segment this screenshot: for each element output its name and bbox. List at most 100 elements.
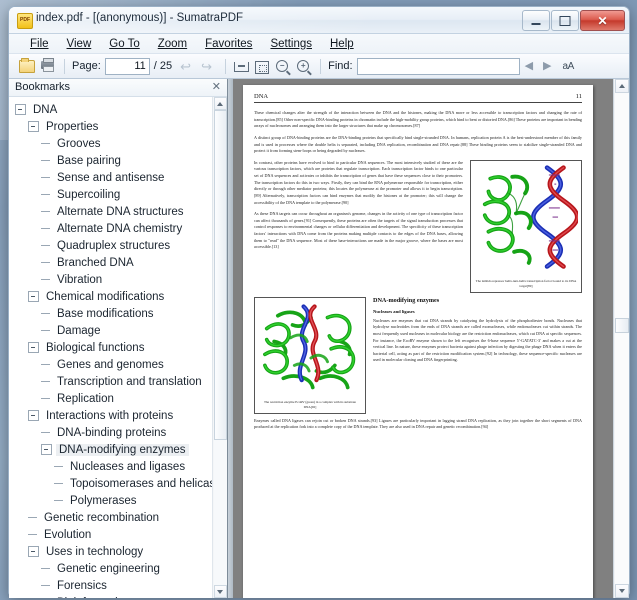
- bookmark-item[interactable]: Branched DNA: [9, 254, 212, 271]
- bookmark-item[interactable]: Grooves: [9, 135, 212, 152]
- bookmark-item[interactable]: Vibration: [9, 271, 212, 288]
- menu-file[interactable]: File: [21, 37, 58, 51]
- maximize-button[interactable]: [551, 10, 579, 31]
- document-viewport[interactable]: DNA 11 These chemical changes alter the …: [233, 79, 629, 598]
- tree-branch-line: [41, 568, 50, 569]
- find-previous-icon[interactable]: ◀: [525, 60, 533, 72]
- bookmark-item-label: Vibration: [57, 273, 103, 286]
- collapse-icon[interactable]: [28, 291, 39, 302]
- paragraph-1: These chemical changes alter the strengt…: [254, 110, 582, 129]
- close-button[interactable]: ✕: [580, 10, 625, 31]
- sidebar-scrollbar[interactable]: [212, 97, 227, 598]
- bookmark-item[interactable]: Genes and genomes: [9, 356, 212, 373]
- document-scroll-track-upper[interactable]: [614, 93, 629, 318]
- page-label: Page:: [72, 60, 101, 72]
- bookmark-item[interactable]: Topoisomerases and helicases: [9, 475, 212, 492]
- collapse-icon[interactable]: [28, 342, 39, 353]
- bookmark-item-label: DNA: [33, 103, 58, 116]
- collapse-icon[interactable]: [28, 121, 39, 132]
- close-sidebar-icon[interactable]: ✕: [212, 80, 221, 94]
- zoom-out-button[interactable]: −: [273, 57, 292, 75]
- bookmark-item[interactable]: Uses in technology: [9, 543, 212, 560]
- document-scroll-track-lower[interactable]: [614, 333, 629, 584]
- bookmark-item[interactable]: DNA: [9, 101, 212, 118]
- minimize-button[interactable]: [522, 10, 550, 31]
- bookmark-item[interactable]: Alternate DNA chemistry: [9, 220, 212, 237]
- collapse-icon[interactable]: [15, 104, 26, 115]
- page-number-input[interactable]: [104, 57, 150, 75]
- bookmark-item[interactable]: Genetic recombination: [9, 509, 212, 526]
- tree-branch-line: [41, 160, 50, 161]
- bookmark-item[interactable]: Properties: [9, 118, 212, 135]
- document-scroll-up-button[interactable]: [614, 79, 629, 93]
- bookmark-item[interactable]: Transcription and translation: [9, 373, 212, 390]
- bookmark-item[interactable]: Supercoiling: [9, 186, 212, 203]
- menu-goto[interactable]: Go To: [100, 37, 148, 51]
- tree-branch-line: [41, 330, 50, 331]
- toolbar-separator-2: [225, 58, 227, 74]
- sidebar-scroll-down-button[interactable]: [213, 585, 227, 598]
- sidebar-scroll-up-button[interactable]: [213, 97, 227, 110]
- previous-page-button[interactable]: ↩: [178, 57, 197, 75]
- open-folder-icon: [19, 58, 35, 73]
- bookmark-item[interactable]: DNA-modifying enzymes: [9, 441, 212, 458]
- bookmark-item[interactable]: Sense and antisense: [9, 169, 212, 186]
- sidebar-scroll-thumb[interactable]: [213, 110, 227, 440]
- menu-favorites[interactable]: Favorites: [196, 37, 261, 51]
- fit-width-button[interactable]: [231, 57, 250, 75]
- open-file-button[interactable]: [17, 57, 36, 75]
- print-button[interactable]: [38, 57, 57, 75]
- collapse-icon[interactable]: [41, 444, 52, 455]
- bookmark-item[interactable]: Chemical modifications: [9, 288, 212, 305]
- find-label: Find:: [328, 60, 353, 72]
- bookmark-item[interactable]: Replication: [9, 390, 212, 407]
- bookmark-item-label: Genetic engineering: [57, 562, 160, 575]
- document-scroll-thumb[interactable]: [614, 318, 629, 333]
- collapse-icon[interactable]: [28, 410, 39, 421]
- bookmark-item[interactable]: Forensics: [9, 577, 212, 594]
- window-controls: ✕: [521, 10, 625, 31]
- find-next-icon[interactable]: ▶: [543, 60, 551, 72]
- bookmark-item[interactable]: Base pairing: [9, 152, 212, 169]
- paragraph-2: A distinct group of DNA-binding proteins…: [254, 134, 582, 154]
- printer-icon: [41, 58, 54, 72]
- bookmarks-sidebar: Bookmarks ✕ DNA Properties Grooves Base pai…: [9, 79, 228, 598]
- document-scroll-down-button[interactable]: [614, 584, 629, 598]
- fit-width-icon: [234, 62, 250, 72]
- page-total-label: / 25: [153, 60, 173, 72]
- tree-branch-line: [41, 279, 50, 280]
- document-scrollbar[interactable]: [613, 79, 629, 598]
- figure-lambda-repressor: The lambda repressor helix-turn-helix tr…: [470, 159, 582, 293]
- collapse-icon[interactable]: [28, 546, 39, 557]
- menu-help[interactable]: Help: [321, 37, 363, 51]
- bookmark-item[interactable]: Quadruplex structures: [9, 237, 212, 254]
- match-case-icon[interactable]: aA: [563, 61, 575, 72]
- sidebar-scroll-track[interactable]: [213, 440, 227, 585]
- bookmark-item[interactable]: Evolution: [9, 526, 212, 543]
- menu-view[interactable]: View: [58, 37, 101, 51]
- bookmark-item[interactable]: Nucleases and ligases: [9, 458, 212, 475]
- bookmark-item-label: Bioinformatics: [54, 597, 132, 599]
- next-page-button[interactable]: ↪: [199, 57, 218, 75]
- menu-settings[interactable]: Settings: [261, 37, 321, 51]
- find-input[interactable]: [356, 57, 520, 75]
- bookmark-item[interactable]: Genetic engineering: [9, 560, 212, 577]
- menu-goto-label: Go To: [109, 37, 140, 50]
- tree-branch-line: [28, 517, 37, 518]
- bookmark-item[interactable]: Biological functions: [9, 339, 212, 356]
- menu-zoom[interactable]: Zoom: [149, 37, 196, 51]
- arrow-right-icon: ↪: [201, 59, 213, 74]
- toolbar-separator-1: [64, 58, 65, 74]
- bookmark-item[interactable]: Bioinformatics: [9, 594, 212, 599]
- bookmark-item[interactable]: Base modifications: [9, 305, 212, 322]
- bookmark-item[interactable]: Polymerases: [9, 492, 212, 509]
- bookmark-item[interactable]: DNA-binding proteins: [9, 424, 212, 441]
- bookmark-item[interactable]: Alternate DNA structures: [9, 203, 212, 220]
- figure-1-caption: The lambda repressor helix-turn-helix tr…: [475, 278, 577, 288]
- bookmark-item-label: Base pairing: [57, 154, 121, 167]
- bookmark-item[interactable]: Damage: [9, 322, 212, 339]
- bookmark-item[interactable]: Interactions with proteins: [9, 407, 212, 424]
- fit-page-button[interactable]: [252, 57, 271, 75]
- zoom-in-button[interactable]: +: [294, 57, 313, 75]
- bookmark-item-label: Transcription and translation: [57, 375, 202, 388]
